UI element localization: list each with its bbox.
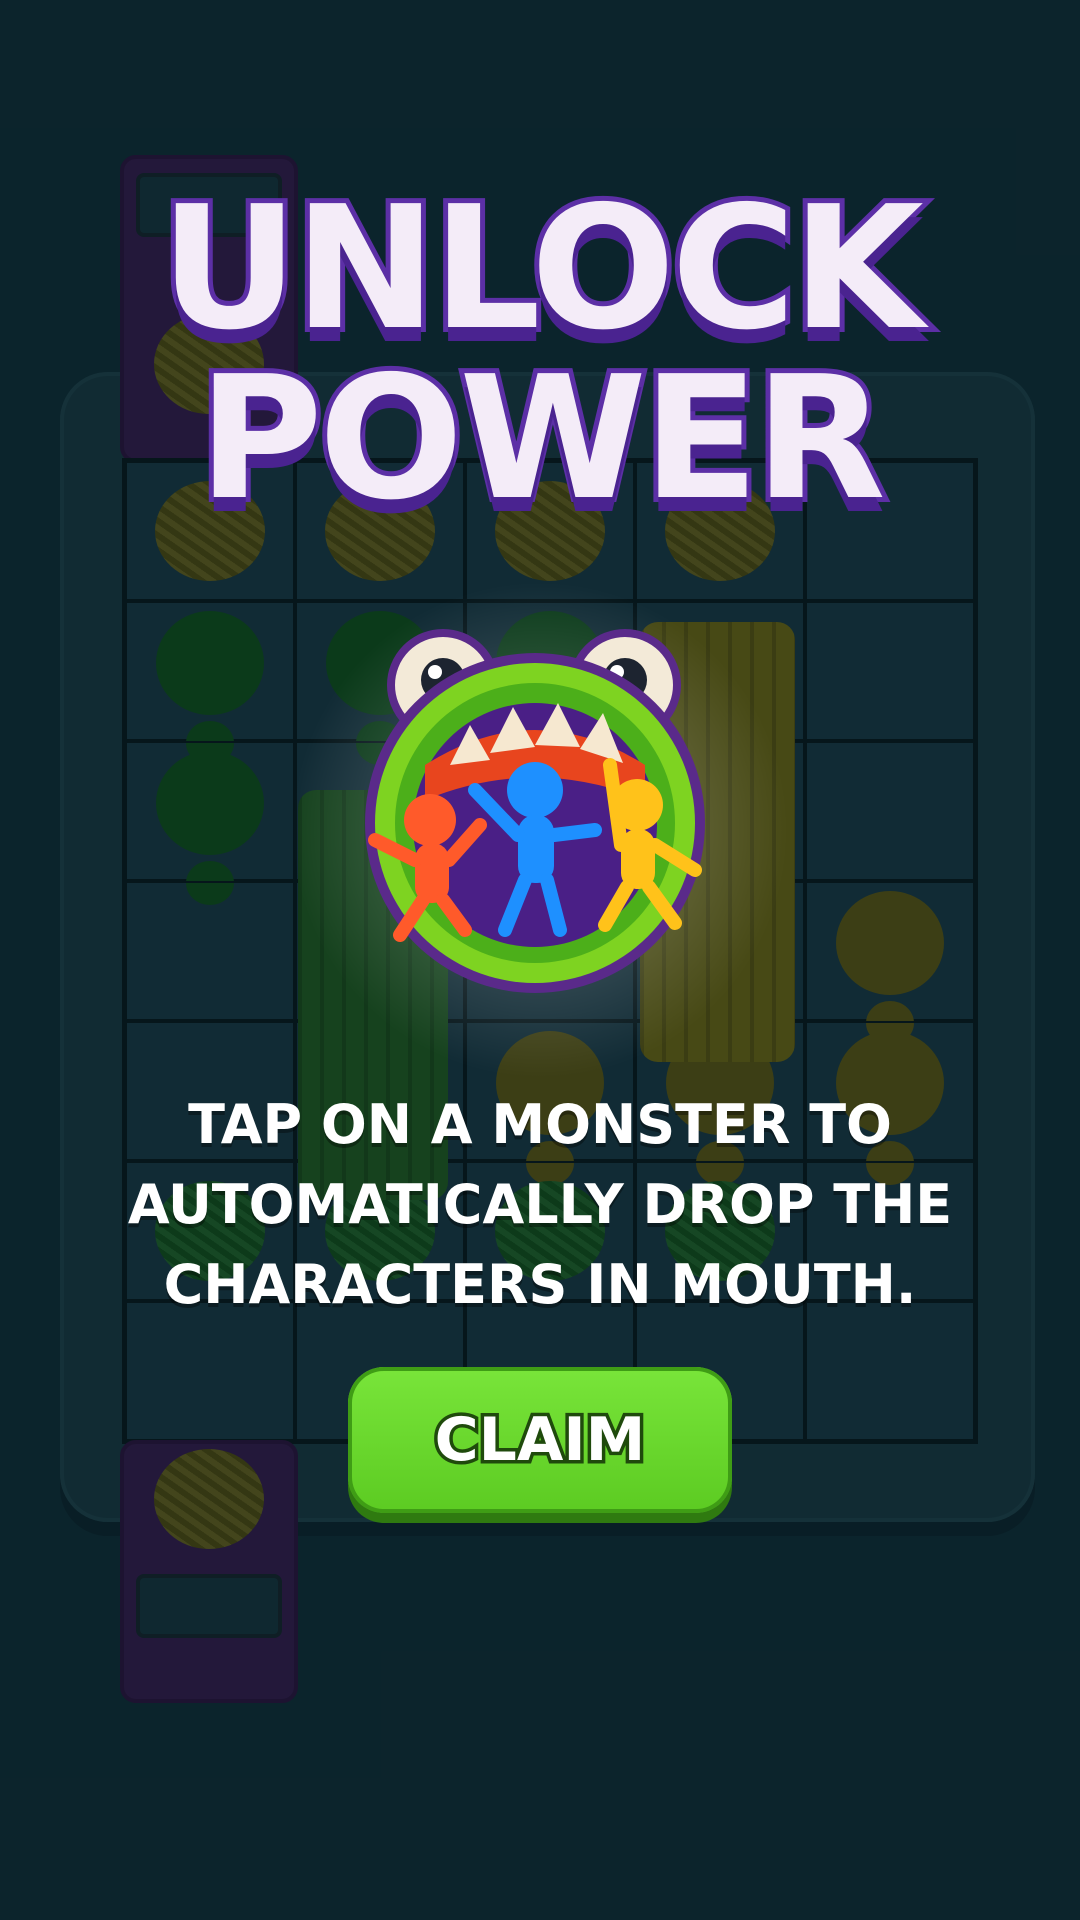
claim-button-label: CLAIM xyxy=(431,1402,649,1479)
instruction-line: CHARACTERS IN MOUTH. xyxy=(163,1253,917,1316)
title-line-2: POWER xyxy=(193,335,891,543)
instructions-text: TAP ON A MONSTER TO AUTOMATICALLY DROP T… xyxy=(120,1085,960,1325)
claim-button[interactable]: CLAIM xyxy=(348,1367,732,1513)
monster-mouth-icon xyxy=(365,629,705,993)
instruction-line: TAP ON A MONSTER TO xyxy=(188,1093,892,1156)
title-line-1: UNLOCK xyxy=(155,165,929,373)
instruction-line: AUTOMATICALLY DROP THE xyxy=(127,1173,953,1236)
